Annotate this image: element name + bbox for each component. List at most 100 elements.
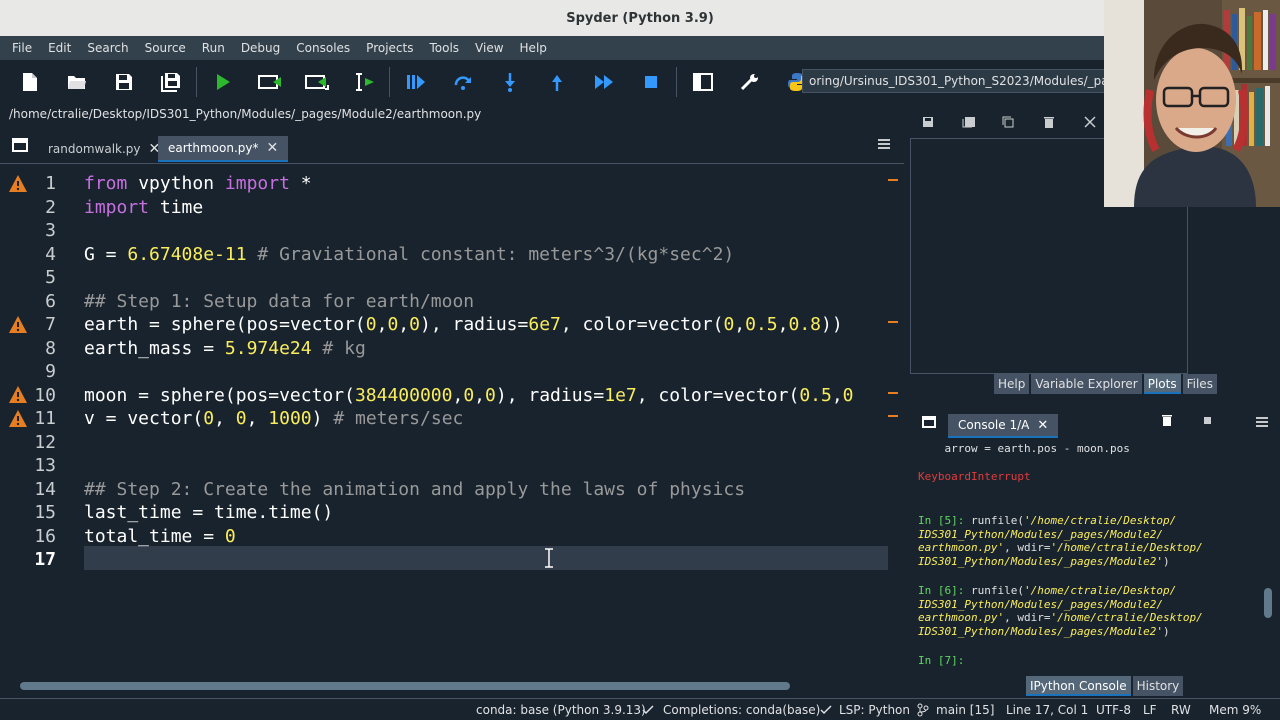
close-icon[interactable]: ✕ <box>267 140 279 156</box>
debug-button[interactable] <box>392 62 439 102</box>
tab-variable-explorer[interactable]: Variable Explorer <box>1031 374 1142 394</box>
warning-icon[interactable] <box>8 409 28 429</box>
window-title: Spyder (Python 3.9) <box>566 10 714 26</box>
number-literal: 0 <box>409 314 420 335</box>
warning-icon[interactable] <box>8 174 28 194</box>
step-into-button[interactable] <box>486 62 533 102</box>
tab-randomwalk[interactable]: randomwalk.py ✕ <box>38 136 170 162</box>
number-literal: 0 <box>203 408 215 429</box>
code-line: ## Step 2: Create the animation and appl… <box>84 478 745 502</box>
close-all-icon[interactable] <box>1084 116 1096 128</box>
editor-horizontal-scrollbar[interactable] <box>10 680 894 692</box>
maximize-pane-button[interactable] <box>679 62 726 102</box>
menu-projects[interactable]: Projects <box>366 41 413 55</box>
code-line: from vpython import * <box>84 172 312 196</box>
menu-search[interactable]: Search <box>87 41 128 55</box>
step-button[interactable] <box>439 62 486 102</box>
warning-icon[interactable] <box>8 315 28 335</box>
scrollbar-thumb[interactable] <box>20 682 790 690</box>
trash-icon[interactable] <box>1044 116 1054 128</box>
new-file-button[interactable] <box>6 62 53 102</box>
line-number: 3 <box>45 220 56 241</box>
console-line: IDS301_Python/Modules/_pages/Module2/ <box>918 597 1164 611</box>
code-text: , color=vector( <box>636 384 800 406</box>
warning-marker[interactable] <box>888 321 898 323</box>
tab-ipython-console[interactable]: IPython Console <box>1026 676 1131 696</box>
tab-label: randomwalk.py <box>48 142 141 156</box>
open-file-button[interactable] <box>53 62 100 102</box>
menu-view[interactable]: View <box>475 41 503 55</box>
save-all-icon[interactable] <box>962 116 976 128</box>
comment: ## Step 2: Create the animation and appl… <box>84 478 746 500</box>
line-number: 15 <box>34 502 56 523</box>
save-file-button[interactable] <box>100 62 147 102</box>
warning-marker[interactable] <box>888 179 898 181</box>
code-editor[interactable]: from vpython import * import time G = 6.… <box>84 166 888 686</box>
stop-button[interactable] <box>627 62 674 102</box>
preferences-button[interactable] <box>726 62 773 102</box>
warning-icon[interactable] <box>8 385 28 405</box>
code-text: , <box>214 408 236 429</box>
save-all-button[interactable] <box>147 62 194 102</box>
menu-tools[interactable]: Tools <box>429 41 459 55</box>
browse-tabs-icon[interactable] <box>12 138 28 152</box>
menu-edit[interactable]: Edit <box>48 41 71 55</box>
console-scrollbar[interactable] <box>1264 444 1272 668</box>
status-conda[interactable]: conda: base (Python 3.9.13) <box>476 701 646 719</box>
tab-history[interactable]: History <box>1132 676 1184 696</box>
editor-vertical-scrollbar[interactable] <box>888 166 900 686</box>
working-directory-combobox[interactable]: oring/Ursinus_IDS301_Python_S2023/Module… <box>802 69 1112 93</box>
options-menu-icon[interactable] <box>1256 416 1268 428</box>
stop-icon[interactable] <box>1204 417 1211 424</box>
line-number: 8 <box>45 337 56 359</box>
status-lsp[interactable]: LSP: Python <box>839 701 910 719</box>
browse-tabs-icon[interactable] <box>922 416 936 428</box>
code-line: import time <box>84 196 203 220</box>
code-text: , <box>831 384 843 406</box>
console-output[interactable]: arrow = earth.pos - moon.pos KeyboardInt… <box>918 440 1264 672</box>
tab-console-1a[interactable]: Console 1/A ✕ <box>948 414 1059 438</box>
menu-help[interactable]: Help <box>520 41 547 55</box>
menu-file[interactable]: File <box>12 41 32 55</box>
wrench-icon <box>740 74 758 91</box>
close-icon[interactable]: ✕ <box>1037 418 1048 433</box>
completions-icon <box>642 705 654 715</box>
scrollbar-thumb[interactable] <box>1264 588 1272 618</box>
step-return-button[interactable] <box>533 62 580 102</box>
menu-source[interactable]: Source <box>145 41 186 55</box>
run-cell-button[interactable] <box>246 62 293 102</box>
save-icon[interactable] <box>922 116 934 128</box>
tab-earthmoon[interactable]: earthmoon.py* ✕ <box>158 136 289 162</box>
number-literal: 5.974e24 <box>224 337 312 359</box>
options-menu-icon[interactable] <box>878 138 890 150</box>
run-button[interactable] <box>199 62 246 102</box>
code-text: )) <box>821 314 843 335</box>
run-cell-advance-button[interactable] <box>293 62 340 102</box>
menu-run[interactable]: Run <box>202 41 225 55</box>
continue-button[interactable] <box>580 62 627 102</box>
tab-files[interactable]: Files <box>1182 374 1217 394</box>
menu-debug[interactable]: Debug <box>241 41 280 55</box>
warning-marker[interactable] <box>888 392 898 394</box>
line-number: 2 <box>45 196 56 218</box>
line-number-current: 17 <box>34 549 56 570</box>
warning-marker[interactable] <box>888 415 898 417</box>
code-text: , <box>398 314 410 335</box>
run-selection-button[interactable] <box>340 62 387 102</box>
copy-icon[interactable] <box>1002 116 1014 128</box>
trash-icon[interactable] <box>1162 414 1172 426</box>
line-number: 5 <box>45 267 56 288</box>
console-string: '/home/ctralie/Desktop/ <box>1050 541 1203 554</box>
folder-open-icon <box>67 76 86 89</box>
status-completions[interactable]: Completions: conda(base) <box>663 701 820 719</box>
step-return-icon <box>551 75 562 91</box>
number-literal: 0 <box>723 314 735 335</box>
code-text: * <box>289 173 312 194</box>
tab-help[interactable]: Help <box>994 374 1030 394</box>
tab-plots[interactable]: Plots <box>1143 374 1181 394</box>
toolbar-separator <box>196 67 197 97</box>
status-git-branch[interactable]: main [15] <box>936 701 994 719</box>
menu-consoles[interactable]: Consoles <box>296 41 350 55</box>
step-over-icon <box>454 76 471 90</box>
line-number: 12 <box>34 431 56 453</box>
